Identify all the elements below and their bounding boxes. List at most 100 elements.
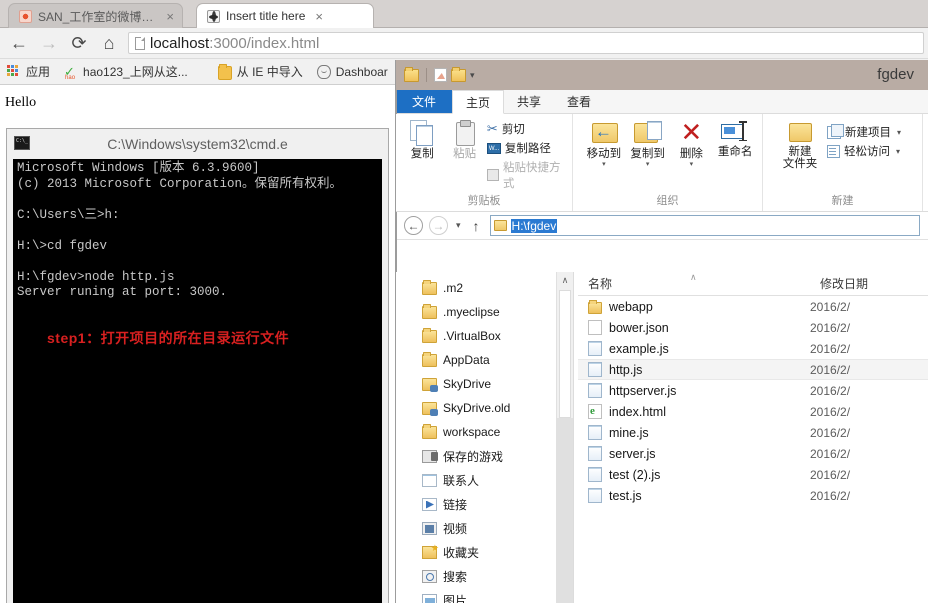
tree-item[interactable]: .myeclipse xyxy=(396,300,573,324)
new-folder-icon[interactable] xyxy=(451,69,466,82)
explorer-title-bar[interactable]: ▾ fgdev xyxy=(396,60,928,90)
tab-share[interactable]: 共享 xyxy=(504,90,554,113)
navigation-pane: .m2 .myeclipse .VirtualBoxAppDataSkyDriveS… xyxy=(396,272,573,603)
cmd-console-output[interactable]: Microsoft Windows [版本 6.3.9600] (c) 2013… xyxy=(13,159,382,603)
tree-item[interactable]: 收藏夹 xyxy=(396,540,573,564)
close-icon[interactable]: × xyxy=(166,10,174,23)
address-host: localhost xyxy=(150,35,209,52)
back-button[interactable]: ← xyxy=(4,29,34,57)
file-row[interactable]: server.js2016/2/ xyxy=(578,443,928,464)
paste-shortcut-button[interactable]: 粘贴快捷方式 xyxy=(487,159,566,191)
close-icon[interactable]: × xyxy=(315,10,323,23)
bookmark-dashboard[interactable]: Dashboar xyxy=(317,65,388,79)
tree-item[interactable]: .VirtualBox xyxy=(396,324,573,348)
explorer-path-text[interactable]: H:\fgdev xyxy=(511,219,558,233)
tree-item[interactable]: 视频 xyxy=(396,516,573,540)
tree-item[interactable]: AppData xyxy=(396,348,573,372)
ribbon: 复制 粘贴 ✂ 剪切 复制路径 xyxy=(396,114,928,212)
easy-access-button[interactable]: 轻松访问 ▾ xyxy=(827,143,901,159)
copy-to-button[interactable]: 复制到 ▾ xyxy=(627,118,669,167)
file-name-cell: http.js xyxy=(578,362,810,377)
file-modified-date: 2016/2/ xyxy=(810,384,850,398)
tree-item-label: .myeclipse xyxy=(443,305,500,319)
browser-tab-1[interactable]: SAN_工作室的微博_微博 × xyxy=(8,3,183,28)
address-bar[interactable]: localhost:3000/index.html xyxy=(128,32,924,54)
tree-item[interactable]: 链接 xyxy=(396,492,573,516)
tree-item[interactable]: 图片 xyxy=(396,588,573,603)
browser-tab-strip: SAN_工作室的微博_微博 × Insert title here × xyxy=(0,0,928,28)
tab-view[interactable]: 查看 xyxy=(554,90,604,113)
paste-button[interactable]: 粘贴 xyxy=(444,118,484,160)
tab-home[interactable]: 主页 xyxy=(452,90,504,114)
bookmark-ie-import[interactable]: 从 IE 中导入 xyxy=(218,63,303,80)
ribbon-group-new: 新建文件夹 新建项目 ▾ 轻松访问 ▾ xyxy=(763,114,923,211)
forward-button[interactable]: → xyxy=(34,29,64,57)
file-row[interactable]: http.js2016/2/ xyxy=(578,359,928,380)
recent-locations-icon[interactable]: ▾ xyxy=(454,220,463,231)
folder-icon xyxy=(218,66,232,80)
chevron-down-icon[interactable]: ▾ xyxy=(897,128,901,137)
tree-item-label: 保存的游戏 xyxy=(443,448,503,465)
file-row[interactable]: bower.json2016/2/ xyxy=(578,317,928,338)
new-item-label: 新建项目 xyxy=(845,124,891,140)
tree-item[interactable]: SkyDrive xyxy=(396,372,573,396)
explorer-back-button[interactable]: ← xyxy=(404,216,423,235)
column-header-date[interactable]: 修改日期 xyxy=(810,275,868,295)
tab-file[interactable]: 文件 xyxy=(396,90,452,113)
file-row[interactable]: index.html2016/2/ xyxy=(578,401,928,422)
delete-button[interactable]: ✕ 删除 ▾ xyxy=(671,118,713,167)
file-name-cell: example.js xyxy=(578,341,810,356)
copy-button[interactable]: 复制 xyxy=(402,118,442,160)
explorer-forward-button[interactable]: → xyxy=(429,216,448,235)
file-row[interactable]: test (2).js2016/2/ xyxy=(578,464,928,485)
file-row[interactable]: mine.js2016/2/ xyxy=(578,422,928,443)
js-file-icon xyxy=(588,383,602,398)
chevron-down-icon[interactable]: ▾ xyxy=(602,162,606,167)
properties-icon[interactable] xyxy=(434,68,447,82)
file-name: example.js xyxy=(609,342,669,356)
scissors-icon: ✂ xyxy=(487,123,498,135)
copy-path-button[interactable]: 复制路径 xyxy=(487,140,566,156)
file-row[interactable]: webapp2016/2/ xyxy=(578,296,928,317)
tree-item[interactable]: 保存的游戏 xyxy=(396,444,573,468)
cut-button[interactable]: ✂ 剪切 xyxy=(487,121,566,137)
bookmark-apps[interactable]: 应用 xyxy=(7,63,50,80)
bookmark-hao123[interactable]: ✓hao hao123_上网从这... xyxy=(64,63,188,80)
hao123-icon: ✓hao xyxy=(64,65,78,79)
tree-item[interactable]: SkyDrive.old xyxy=(396,396,573,420)
chevron-down-icon[interactable]: ▾ xyxy=(470,70,475,81)
rename-button[interactable]: 重命名 xyxy=(714,118,756,158)
up-one-level-button[interactable]: ↑ xyxy=(469,218,484,234)
tree-item[interactable]: 联系人 xyxy=(396,468,573,492)
file-modified-date: 2016/2/ xyxy=(810,405,850,419)
folder-icon xyxy=(422,306,437,319)
new-folder-button[interactable]: 新建文件夹 xyxy=(775,118,825,170)
explorer-address-bar[interactable]: H:\fgdev xyxy=(490,215,920,236)
new-item-button[interactable]: 新建项目 ▾ xyxy=(827,124,901,140)
chevron-down-icon[interactable]: ▾ xyxy=(690,162,694,167)
chevron-down-icon[interactable]: ▾ xyxy=(896,147,900,156)
home-button[interactable]: ⌂ xyxy=(94,29,124,57)
command-prompt-window[interactable]: C:\Windows\system32\cmd.e Microsoft Wind… xyxy=(6,128,389,603)
browser-tab-2[interactable]: Insert title here × xyxy=(196,3,374,28)
scroll-up-icon[interactable]: ∧ xyxy=(557,272,573,289)
file-row[interactable]: test.js2016/2/ xyxy=(578,485,928,506)
js-file-icon xyxy=(588,362,602,377)
file-row[interactable]: httpserver.js2016/2/ xyxy=(578,380,928,401)
page-info-icon[interactable] xyxy=(135,37,145,50)
scrollbar-thumb[interactable] xyxy=(559,290,571,418)
move-to-button[interactable]: 移动到 ▾ xyxy=(583,118,625,167)
chevron-down-icon[interactable]: ▾ xyxy=(646,162,650,167)
file-modified-date: 2016/2/ xyxy=(810,447,850,461)
tree-item[interactable]: workspace xyxy=(396,420,573,444)
navigation-pane-scrollbar[interactable]: ∧ xyxy=(556,272,573,603)
cmd-title-bar[interactable]: C:\Windows\system32\cmd.e xyxy=(7,129,388,159)
tree-item[interactable]: .m2 xyxy=(396,276,573,300)
tree-item[interactable]: 搜索 xyxy=(396,564,573,588)
blank-file-icon xyxy=(588,320,602,335)
scrollbar-track[interactable] xyxy=(557,418,573,603)
tree-item-label: 链接 xyxy=(443,496,467,513)
file-row[interactable]: example.js2016/2/ xyxy=(578,338,928,359)
folder-icon[interactable] xyxy=(404,69,419,82)
reload-button[interactable]: ⟳ xyxy=(64,29,94,57)
